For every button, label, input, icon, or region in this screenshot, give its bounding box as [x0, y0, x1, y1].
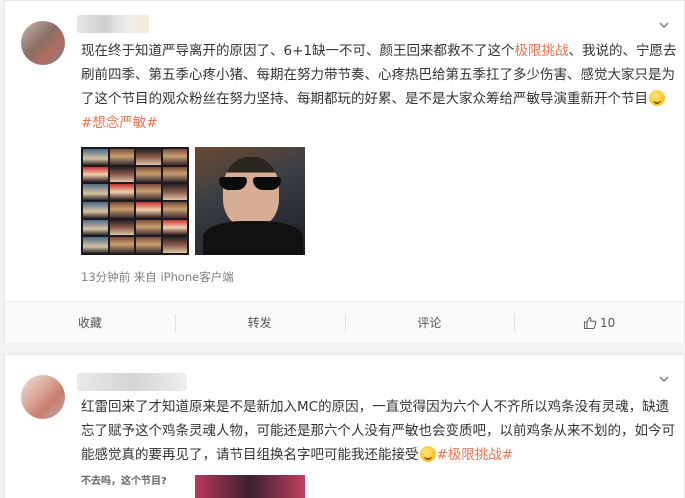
- weibo-post-card: 红雷回来了才知道原来是不是新加入MC的原因，一直觉得因为六个人不齐所以鸡条没有灵…: [4, 354, 685, 498]
- post-text-part: 红雷回来了才知道原来是不是新加入MC的原因，一直觉得因为六个人不齐所以鸡条没有灵…: [81, 399, 675, 463]
- thumbs-up-icon: [583, 316, 597, 330]
- post-text: 红雷回来了才知道原来是不是新加入MC的原因，一直觉得因为六个人不齐所以鸡条没有灵…: [81, 395, 677, 467]
- chevron-down-icon[interactable]: [658, 19, 670, 31]
- post-meta: 13分钟前 来自 iPhone客户端: [81, 270, 234, 284]
- hashtag-link[interactable]: #想念严敏#: [81, 115, 158, 131]
- like-count: 10: [599, 315, 616, 330]
- username-blurred[interactable]: [77, 373, 187, 391]
- repost-button[interactable]: 转发: [174, 302, 345, 343]
- chevron-down-icon[interactable]: [658, 373, 670, 385]
- favorite-button[interactable]: 收藏: [5, 302, 175, 343]
- comment-button[interactable]: 评论: [344, 302, 515, 343]
- post-text-part: 现在终于知道严导离开的原因了、6+1缺一不可、颜王回来都救不了这个: [81, 43, 515, 59]
- post-text: 现在终于知道严导离开的原因了、6+1缺一不可、颜王回来都救不了这个极限挑战、我说…: [81, 39, 677, 135]
- repost-label: 转发: [247, 316, 272, 330]
- photo-portrait-thumbnail[interactable]: [195, 147, 305, 255]
- emoji-face-icon: [649, 90, 665, 106]
- avatar[interactable]: [21, 21, 65, 65]
- like-button[interactable]: 10: [514, 302, 684, 343]
- photo-collage-thumbnail[interactable]: [81, 147, 189, 255]
- weibo-post-card: 现在终于知道严导离开的原因了、6+1缺一不可、颜王回来都救不了这个极限挑战、我说…: [4, 0, 685, 343]
- image-caption: 不去吗，这个节目?: [81, 476, 167, 487]
- emoji-face-icon: [419, 446, 436, 462]
- favorite-label: 收藏: [77, 316, 102, 330]
- topic-link[interactable]: 极限挑战: [515, 43, 569, 59]
- hashtag-link[interactable]: #极限挑战#: [437, 447, 514, 463]
- comment-label: 评论: [417, 316, 442, 330]
- avatar[interactable]: [21, 375, 65, 419]
- photo-thumbnail[interactable]: [195, 475, 305, 498]
- username-blurred[interactable]: [77, 15, 149, 33]
- action-bar: 收藏 转发 评论 10: [5, 301, 684, 343]
